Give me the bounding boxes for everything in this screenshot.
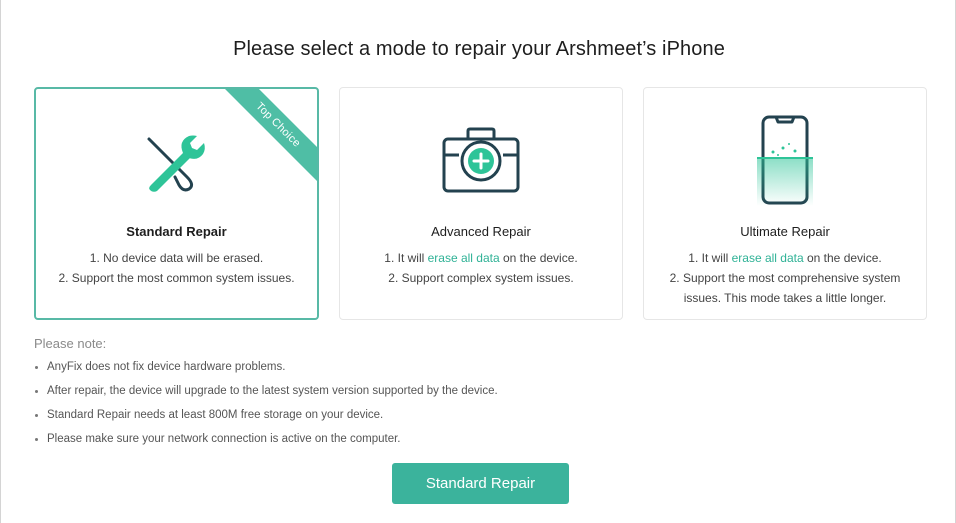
erase-warning: erase all data bbox=[731, 251, 804, 265]
ultimate-repair-card[interactable]: Ultimate Repair 1. It will erase all dat… bbox=[643, 87, 927, 320]
repair-mode-window: Please select a mode to repair your Arsh… bbox=[0, 0, 956, 523]
card-description: 1. It will erase all data on the device.… bbox=[656, 248, 914, 308]
advanced-repair-card[interactable]: Advanced Repair 1. It will erase all dat… bbox=[339, 87, 623, 320]
description-line: 1. No device data will be erased. bbox=[89, 251, 264, 265]
card-title: Advanced Repair bbox=[431, 224, 531, 239]
card-title: Ultimate Repair bbox=[740, 224, 830, 239]
description-line: 2. Support complex system issues. bbox=[388, 271, 574, 285]
toolbox-icon bbox=[442, 127, 520, 193]
description-line: 2. Support the most common system issues… bbox=[58, 271, 295, 285]
notes-list: AnyFix does not fix device hardware prob… bbox=[34, 355, 498, 451]
top-choice-badge: Top Choice bbox=[219, 89, 317, 187]
wrench-screwdriver-icon bbox=[147, 135, 205, 192]
note-item: Standard Repair needs at least 800M free… bbox=[34, 403, 498, 427]
standard-repair-button[interactable]: Standard Repair bbox=[392, 463, 569, 504]
description-line: 2. Support the most comprehensive system… bbox=[669, 271, 901, 305]
description-line: 1. It will erase all data on the device. bbox=[384, 251, 578, 265]
card-description: 1. It will erase all data on the device.… bbox=[352, 248, 610, 288]
standard-repair-card[interactable]: Top Choice Standard Repair 1. No device … bbox=[34, 87, 319, 320]
card-title: Standard Repair bbox=[126, 224, 227, 239]
note-item: AnyFix does not fix device hardware prob… bbox=[34, 355, 498, 379]
page-title: Please select a mode to repair your Arsh… bbox=[233, 38, 725, 60]
description-line: 1. It will erase all data on the device. bbox=[688, 251, 882, 265]
erase-warning: erase all data bbox=[427, 251, 500, 265]
note-item: Please make sure your network connection… bbox=[34, 427, 498, 451]
top-choice-ribbon: Top Choice bbox=[219, 89, 317, 187]
phone-scan-icon bbox=[757, 115, 813, 206]
card-description: 1. No device data will be erased. 2. Sup… bbox=[47, 248, 306, 288]
notes-title: Please note: bbox=[34, 336, 107, 351]
note-item: After repair, the device will upgrade to… bbox=[34, 379, 498, 403]
